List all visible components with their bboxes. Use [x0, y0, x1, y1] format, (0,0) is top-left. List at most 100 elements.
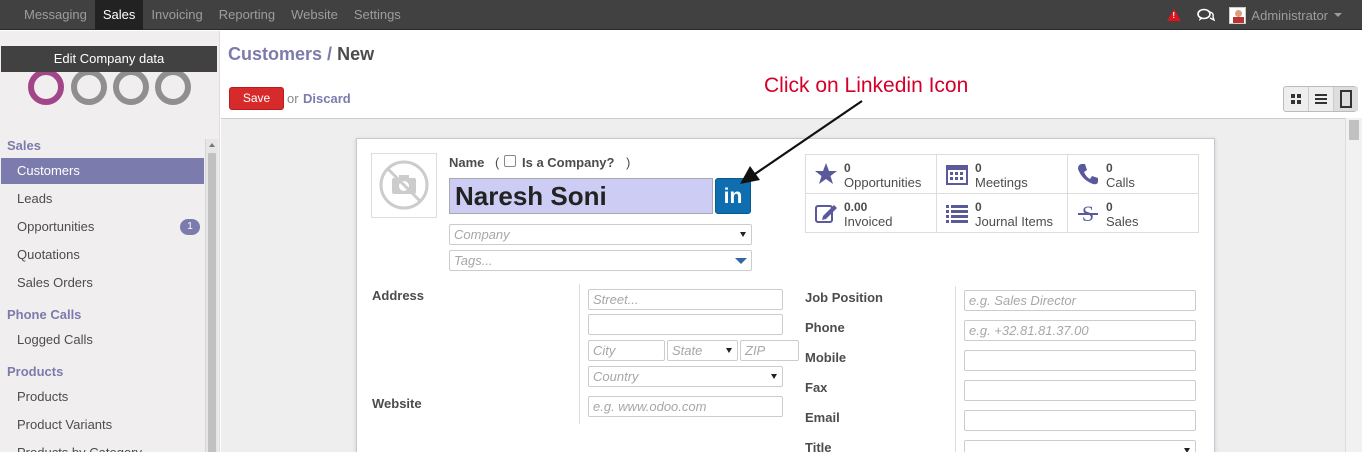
menu-messaging[interactable]: Messaging: [16, 0, 95, 30]
sidebar-item-logged-calls[interactable]: Logged Calls: [1, 327, 204, 353]
stat-sales[interactable]: S 0 Sales: [1068, 194, 1199, 233]
company-placeholder: Company: [454, 227, 510, 242]
calendar-icon: [946, 165, 968, 185]
save-button[interactable]: Save: [229, 87, 284, 110]
breadcrumb-separator: /: [327, 44, 333, 64]
camera-placeholder-icon: [379, 160, 429, 210]
user-name[interactable]: Administrator: [1251, 8, 1328, 23]
list-icon: [1315, 94, 1327, 104]
sidebar-item-products-by-category[interactable]: Products by Category: [1, 440, 204, 452]
menu-settings[interactable]: Settings: [346, 0, 409, 30]
state-select[interactable]: State: [667, 340, 738, 361]
stat-meetings[interactable]: 0 Meetings: [937, 155, 1068, 194]
view-switcher: [1283, 86, 1358, 112]
section-sales: Sales: [7, 138, 41, 153]
sidebar: Edit Company data Sales Customers Leads …: [0, 31, 220, 452]
sidebar-item-product-variants[interactable]: Product Variants: [1, 412, 204, 438]
website-label: Website: [372, 396, 422, 411]
dropdown-caret-icon: [735, 258, 747, 264]
stat-value: 0.00: [844, 200, 868, 214]
stat-value: 0: [1106, 200, 1113, 214]
grid-icon: [1291, 94, 1301, 104]
name-label: Name: [449, 155, 485, 170]
annotation-text: Click on Linkedin Icon: [764, 74, 969, 97]
company-select[interactable]: Company: [449, 224, 752, 245]
sidebar-item-sales-orders[interactable]: Sales Orders: [1, 270, 204, 296]
stat-calls[interactable]: 0 Calls: [1068, 155, 1199, 194]
divider: [579, 284, 580, 424]
odoo-logo: [28, 69, 191, 105]
sidebar-item-opportunities[interactable]: Opportunities 1: [1, 214, 204, 240]
kanban-view-button[interactable]: [1284, 87, 1309, 111]
title-select[interactable]: [964, 440, 1196, 452]
address-label: Address: [372, 288, 425, 303]
sidebar-item-leads[interactable]: Leads: [1, 186, 204, 212]
discard-button[interactable]: Discard: [303, 91, 351, 106]
list-view-button[interactable]: [1309, 87, 1334, 111]
state-placeholder: State: [672, 343, 703, 358]
mobile-input[interactable]: [964, 350, 1196, 371]
chevron-down-icon[interactable]: [1334, 13, 1342, 17]
scrollbar-thumb[interactable]: [1349, 120, 1359, 140]
fax-input[interactable]: [964, 380, 1196, 401]
partner-photo[interactable]: [371, 153, 437, 218]
section-products: Products: [7, 364, 64, 379]
chat-icon[interactable]: [1197, 8, 1216, 22]
scrollbar-thumb[interactable]: [208, 153, 216, 452]
stat-label: Invoiced: [844, 214, 893, 229]
is-company-label: Is a Company?: [522, 155, 615, 170]
country-placeholder: Country: [593, 369, 639, 384]
menu-invoicing[interactable]: Invoicing: [143, 0, 210, 30]
breadcrumb-current: New: [337, 44, 375, 64]
phone-label: Phone: [805, 320, 845, 335]
top-bar: Messaging Sales Invoicing Reporting Webs…: [0, 0, 1362, 30]
email-label: Email: [805, 410, 840, 425]
fax-label: Fax: [805, 380, 828, 395]
list-icon: [946, 205, 968, 223]
divider: [955, 286, 956, 452]
email-input[interactable]: [964, 410, 1196, 431]
paren-close: ): [626, 155, 631, 170]
top-right: ! Administrator: [1167, 0, 1342, 30]
sidebar-item-label: Opportunities: [17, 219, 95, 234]
city-input[interactable]: City: [588, 340, 665, 361]
stat-label: Calls: [1106, 175, 1135, 190]
top-menu: Messaging Sales Invoicing Reporting Webs…: [16, 0, 409, 30]
avatar[interactable]: [1229, 6, 1247, 24]
menu-website[interactable]: Website: [283, 0, 346, 30]
dropdown-caret-icon: [726, 348, 732, 353]
stat-value: 0: [1106, 161, 1113, 175]
country-select[interactable]: Country: [588, 366, 783, 387]
stat-invoiced[interactable]: 0.00 Invoiced: [806, 194, 937, 233]
tags-input[interactable]: Tags...: [449, 250, 752, 271]
stat-label: Sales: [1106, 214, 1139, 229]
sidebar-item-quotations[interactable]: Quotations: [1, 242, 204, 268]
form-icon: [1340, 90, 1352, 108]
sidebar-item-products[interactable]: Products: [1, 384, 204, 410]
menu-reporting[interactable]: Reporting: [211, 0, 283, 30]
edit-company-banner[interactable]: Edit Company data: [1, 46, 217, 72]
strikethrough-s-icon: S: [1078, 201, 1098, 226]
phone-input[interactable]: e.g. +32.81.81.37.00: [964, 320, 1196, 341]
section-phone-calls: Phone Calls: [7, 307, 82, 322]
or-text: or: [287, 91, 299, 106]
scroll-up-icon[interactable]: [209, 143, 215, 147]
job-position-input[interactable]: e.g. Sales Director: [964, 290, 1196, 311]
website-input[interactable]: e.g. www.odoo.com: [588, 396, 783, 417]
street2-input[interactable]: [588, 314, 783, 335]
sidebar-item-customers[interactable]: Customers: [1, 158, 204, 184]
paren-open: (: [495, 155, 500, 170]
form-view-button[interactable]: [1334, 87, 1358, 111]
sidebar-scrollbar[interactable]: [205, 139, 218, 452]
alert-icon[interactable]: !: [1167, 9, 1182, 21]
name-input[interactable]: Naresh Soni: [449, 178, 713, 214]
is-company-checkbox[interactable]: [504, 155, 516, 167]
form-scrollbar[interactable]: [1345, 118, 1362, 452]
stat-value: 0: [975, 200, 982, 214]
zip-input[interactable]: ZIP: [740, 340, 799, 361]
breadcrumb-customers[interactable]: Customers: [228, 44, 322, 64]
menu-sales[interactable]: Sales: [94, 0, 144, 30]
stat-journal-items[interactable]: 0 Journal Items: [937, 194, 1068, 233]
annotation-arrow-icon: [740, 100, 863, 184]
street-input[interactable]: Street...: [588, 289, 783, 310]
